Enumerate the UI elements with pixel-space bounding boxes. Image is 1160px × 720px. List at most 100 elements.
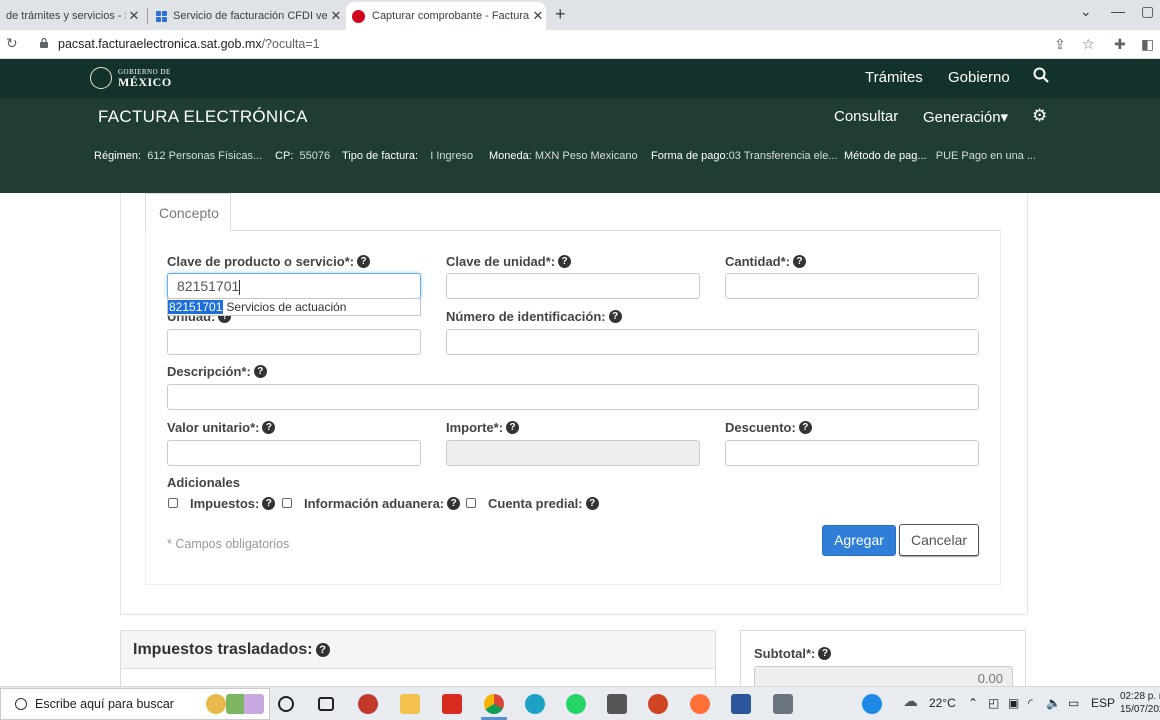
autocomplete-option[interactable]: 82151701 Servicios de actuación [167, 298, 421, 316]
tab-list-chevron-icon[interactable]: ⌄ [1080, 3, 1092, 20]
impuestos-checkbox[interactable] [168, 498, 178, 508]
impuestos-checkbox-label: Impuestos:? [190, 496, 276, 511]
acrobat-icon[interactable] [442, 694, 462, 714]
battery-icon[interactable]: ▭ [1068, 696, 1079, 710]
clave-unidad-input[interactable] [446, 273, 700, 299]
tab-separator [147, 8, 148, 24]
cantidad-label: Cantidad*:? [725, 254, 806, 269]
help-icon[interactable]: ? [357, 255, 371, 268]
maximize-icon[interactable]: ▢ [1141, 3, 1154, 20]
valor-unitario-input[interactable] [167, 440, 421, 466]
help-icon[interactable]: ? [798, 421, 812, 434]
calculator-icon[interactable] [607, 694, 627, 714]
share-icon[interactable]: ⇪ [1054, 36, 1066, 53]
clock[interactable]: 02:28 p. m. 15/07/2023 [1120, 690, 1160, 716]
cancelar-button[interactable]: Cancelar [899, 524, 979, 556]
numero-identificacion-input[interactable] [446, 329, 979, 355]
main-content: Concepto Clave de producto o servicio*:?… [0, 193, 1160, 686]
help-icon[interactable]: ? [585, 497, 599, 510]
weather-cloud-icon[interactable]: ☁ [903, 692, 918, 710]
clave-unidad-label: Clave de unidad*:? [446, 254, 572, 269]
edge-icon[interactable] [525, 694, 545, 714]
new-tab-icon[interactable]: + [555, 4, 566, 25]
unidad-input[interactable] [167, 329, 421, 355]
temperature-text[interactable]: 22°C [929, 696, 956, 710]
trophy-widget-icon[interactable] [206, 694, 226, 714]
app-gray-icon[interactable] [773, 694, 793, 714]
help-icon[interactable]: ? [608, 310, 622, 323]
required-fields-note: * Campos obligatorios [167, 537, 290, 551]
impuestos-trasladados-panel: Impuestos trasladados:? [120, 630, 716, 686]
tray-monitor-icon[interactable]: ▣ [1008, 696, 1019, 710]
help-icon[interactable]: ? [253, 365, 267, 378]
close-icon[interactable]: ✕ [126, 8, 142, 24]
whatsapp-icon[interactable] [566, 694, 586, 714]
nav-tramites[interactable]: Trámites [865, 69, 923, 86]
game-widget-icon[interactable] [226, 694, 246, 714]
search-icon[interactable] [1033, 67, 1049, 83]
firefox-icon[interactable] [690, 694, 710, 714]
cortana-icon[interactable] [278, 696, 294, 712]
task-view-icon[interactable] [318, 697, 334, 711]
info-cp: CP: 55076 [275, 150, 331, 162]
browser-tab-facturacion[interactable]: Servicio de facturación CFDI vers ✕ [150, 2, 344, 30]
clave-producto-label: Clave de producto o servicio*:? [167, 254, 371, 269]
tray-app-icon[interactable]: ◰ [988, 696, 999, 710]
predial-checkbox[interactable] [466, 498, 476, 508]
help-icon[interactable]: ? [262, 421, 276, 434]
url-input[interactable]: pacsat.facturaelectronica.sat.gob.mx/?oc… [58, 37, 320, 51]
file-explorer-icon[interactable] [400, 694, 420, 714]
subtotal-panel: Subtotal*:? 0.00 [740, 630, 1026, 686]
descripcion-label: Descripción*:? [167, 364, 267, 379]
help-icon[interactable]: ? [447, 497, 461, 510]
lock-icon[interactable] [40, 38, 48, 48]
address-bar: ↻ pacsat.facturaelectronica.sat.gob.mx/?… [0, 30, 1160, 59]
descuento-input[interactable] [725, 440, 979, 466]
subtotal-label: Subtotal*:? [754, 646, 832, 661]
help-icon[interactable]: ? [315, 642, 330, 657]
descripcion-input[interactable] [167, 384, 979, 410]
nav-consultar[interactable]: Consultar [834, 108, 898, 125]
minimize-icon[interactable]: — [1111, 3, 1125, 19]
aduanera-checkbox-label: Información aduanera:? [304, 496, 461, 511]
tray-chevron-icon[interactable]: ⌃ [968, 696, 978, 710]
side-panel-icon[interactable]: ◧ [1141, 36, 1154, 53]
subtotal-input: 0.00 [754, 666, 1013, 686]
seal-icon [90, 67, 112, 89]
help-icon[interactable]: ? [793, 255, 806, 268]
pen-widget-icon[interactable] [244, 694, 264, 714]
info-forma-pago: Forma de pago:03 Transferencia ele... [651, 150, 838, 162]
word-icon[interactable] [731, 694, 751, 714]
browser-tab-tramites[interactable]: de trámites y servicios - SA ✕ [0, 2, 142, 30]
gobierno-logo[interactable]: GOBIERNO DE MÉXICO [90, 67, 172, 89]
tab-divider [231, 230, 1001, 231]
cantidad-input[interactable] [725, 273, 979, 299]
tab-concepto[interactable]: Concepto [145, 193, 231, 231]
extensions-icon[interactable]: ✚ [1114, 36, 1126, 53]
nav-generacion[interactable]: Generación▾ [923, 108, 1008, 126]
app-red-icon[interactable] [358, 694, 378, 714]
powerpoint-icon[interactable] [648, 694, 668, 714]
aduanera-checkbox[interactable] [282, 498, 292, 508]
browser-tab-capturar[interactable]: Capturar comprobante - Factura ✕ [346, 2, 546, 30]
nav-gobierno[interactable]: Gobierno [948, 69, 1010, 86]
chrome-icon[interactable] [484, 694, 504, 714]
adicionales-label: Adicionales [167, 475, 240, 490]
help-app-icon[interactable] [862, 694, 882, 714]
language-indicator[interactable]: ESP [1091, 696, 1115, 710]
help-icon[interactable]: ? [262, 497, 276, 510]
windows-taskbar: Escribe aquí para buscar ☁ 22°C ⌃ ◰ ▣ ◜ … [0, 686, 1160, 720]
help-icon[interactable]: ? [818, 647, 832, 660]
help-icon[interactable]: ? [558, 255, 572, 268]
clave-producto-input[interactable]: 82151701 [167, 273, 421, 299]
wifi-icon[interactable]: ◜ [1028, 696, 1033, 710]
star-icon[interactable]: ☆ [1082, 36, 1095, 53]
gear-icon[interactable]: ⚙ [1032, 106, 1047, 126]
reload-icon[interactable]: ↻ [6, 35, 18, 52]
agregar-button[interactable]: Agregar [822, 525, 896, 556]
text-caret [239, 279, 241, 295]
close-icon[interactable]: ✕ [530, 8, 546, 24]
volume-icon[interactable]: 🔈 [1046, 696, 1061, 710]
help-icon[interactable]: ? [506, 421, 520, 434]
close-icon[interactable]: ✕ [328, 8, 344, 24]
